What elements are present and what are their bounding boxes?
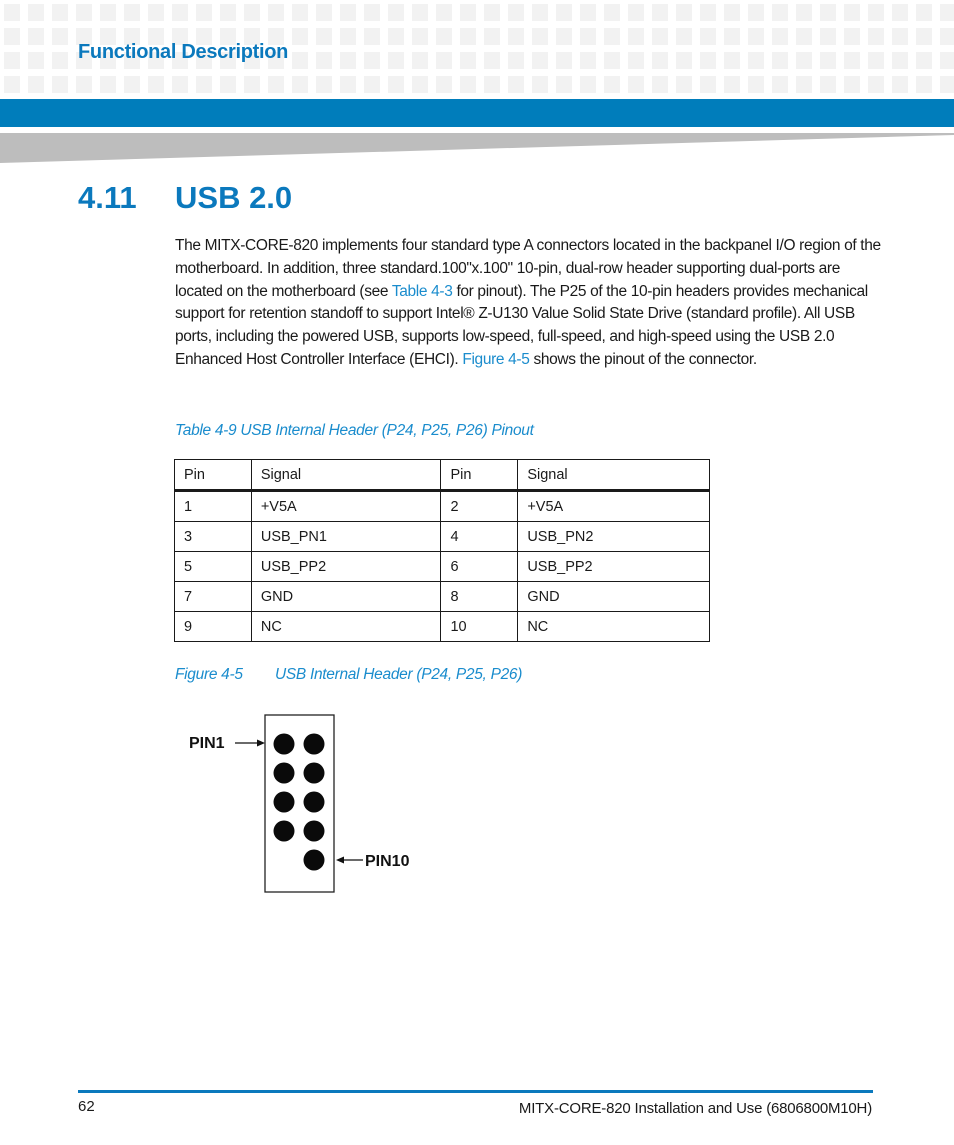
table-cell: 8 <box>440 581 519 612</box>
pin-2 <box>303 733 325 755</box>
header-cell: Pin <box>440 459 519 492</box>
body-text-3: shows the pinout of the connector. <box>529 350 757 368</box>
header-grey-wedge <box>0 133 954 163</box>
figure-caption: Figure 4-5 USB Internal Header (P24, P25,… <box>175 666 522 684</box>
table-cell: +V5A <box>517 490 710 522</box>
body-paragraph: The MITX-CORE-820 implements four standa… <box>175 235 885 372</box>
table-cell: 3 <box>174 521 252 552</box>
pin-3 <box>273 762 295 784</box>
section-heading: 4.11 USB 2.0 <box>78 180 292 216</box>
table-cell: GND <box>250 581 442 612</box>
table-row: 5 USB_PP2 6 USB_PP2 <box>174 551 710 582</box>
link-figure-4-5[interactable]: Figure 4-5 <box>462 351 530 368</box>
footer-rule <box>78 1090 873 1093</box>
table-cell: 7 <box>174 581 252 612</box>
header-cell: Signal <box>250 459 442 492</box>
table-cell: 6 <box>440 551 519 582</box>
table-cell: 9 <box>174 611 252 642</box>
header-cell: Signal <box>517 459 710 492</box>
running-header-section: Functional Description <box>78 41 289 63</box>
header-blue-band <box>0 99 954 127</box>
page-number: 62 <box>78 1098 95 1115</box>
table-cell: USB_PN2 <box>517 521 710 552</box>
pin1-arrowhead <box>257 739 265 747</box>
table-row: 7 GND 8 GND <box>174 581 710 612</box>
table-cell: 10 <box>440 611 519 642</box>
table-caption: Table 4-9 USB Internal Header (P24, P25,… <box>175 422 534 439</box>
pin-10 <box>303 849 325 871</box>
table-cell: NC <box>250 611 442 642</box>
pin10-label: PIN10 <box>365 853 410 870</box>
pin-6 <box>303 791 325 813</box>
link-table-4-3[interactable]: Table 4-3 <box>392 283 453 300</box>
usb-header-diagram: PIN1 PIN10 <box>189 714 410 893</box>
table-cell: USB_PN1 <box>250 521 442 552</box>
pin1-label: PIN1 <box>189 735 225 752</box>
table-cell: +V5A <box>250 490 442 522</box>
pin-4 <box>303 762 325 784</box>
table-row: 3 USB_PN1 4 USB_PN2 <box>174 521 710 552</box>
pin-1 <box>273 733 295 755</box>
table-cell: 1 <box>174 490 252 522</box>
figure-caption-title: USB Internal Header (P24, P25, P26) <box>275 666 523 683</box>
figure-caption-label: Figure 4-5 <box>175 666 243 683</box>
table-cell: 5 <box>174 551 252 582</box>
pin-8 <box>303 820 325 842</box>
table-cell: 4 <box>440 521 519 552</box>
section-number: 4.11 <box>78 180 137 215</box>
table-header-row: Pin Signal Pin Signal <box>174 459 710 492</box>
header-cell: Pin <box>174 459 252 492</box>
section-title: USB 2.0 <box>175 180 293 215</box>
table-cell: USB_PP2 <box>517 551 710 582</box>
table-cell: NC <box>517 611 710 642</box>
pin-5 <box>273 791 295 813</box>
pin-7 <box>273 820 295 842</box>
table-cell: GND <box>517 581 710 612</box>
table-row: 9 NC 10 NC <box>174 611 710 642</box>
table-cell: USB_PP2 <box>250 551 442 582</box>
document-title: MITX-CORE-820 Installation and Use (6806… <box>518 1100 872 1117</box>
table-row: 1 +V5A 2 +V5A <box>174 490 710 522</box>
pinout-table: Pin Signal Pin Signal 1 +V5A 2 +V5A 3 US… <box>174 459 710 642</box>
table-cell: 2 <box>440 490 519 522</box>
